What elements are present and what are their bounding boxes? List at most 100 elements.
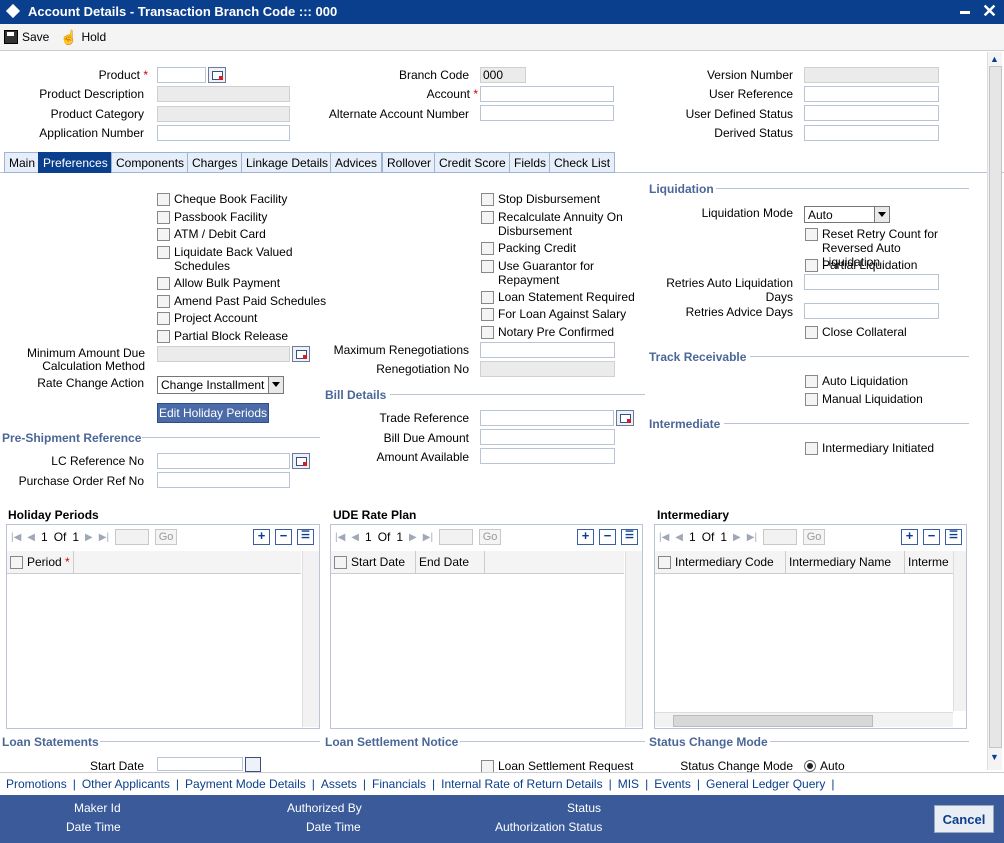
retries-days-input[interactable]: [804, 274, 939, 290]
start-date-input[interactable]: [157, 757, 243, 771]
tab-components[interactable]: Components: [111, 152, 190, 173]
loan-settlement-request-checkbox[interactable]: Loan Settlement Request: [481, 759, 633, 773]
prev-page-icon[interactable]: ◀: [351, 532, 359, 543]
prev-page-icon[interactable]: ◀: [675, 532, 683, 543]
notary-pre-confirmed-checkbox[interactable]: Notary Pre Confirmed: [481, 325, 614, 339]
last-page-icon[interactable]: ▶|: [423, 532, 433, 543]
link-mis[interactable]: MIS: [612, 777, 645, 791]
project-account-checkbox[interactable]: Project Account: [157, 311, 257, 325]
first-page-icon[interactable]: |◀: [11, 532, 21, 543]
holiday-vertical-scrollbar[interactable]: [302, 551, 319, 727]
select-all-checkbox[interactable]: [334, 556, 347, 569]
amend-past-paid-checkbox[interactable]: Amend Past Paid Schedules: [157, 294, 326, 308]
bill-due-amount-input[interactable]: [480, 429, 615, 445]
go-button[interactable]: Go: [155, 529, 178, 545]
max-renegotiations-input[interactable]: [480, 342, 615, 358]
delete-row-button[interactable]: −: [599, 529, 616, 545]
link-financials[interactable]: Financials: [366, 777, 432, 791]
passbook-checkbox[interactable]: Passbook Facility: [157, 210, 267, 224]
manual-liquidation-checkbox[interactable]: Manual Liquidation: [805, 392, 923, 406]
add-row-button[interactable]: +: [253, 529, 270, 545]
account-input[interactable]: [480, 86, 614, 102]
tab-linkage-details[interactable]: Linkage Details: [241, 152, 334, 173]
page-number-input[interactable]: [439, 529, 474, 545]
view-rows-button[interactable]: ☰: [945, 529, 962, 545]
page-number-input[interactable]: [763, 529, 798, 545]
lc-reference-lov-icon[interactable]: [292, 453, 310, 469]
link-other-applicants[interactable]: Other Applicants: [76, 777, 176, 791]
liquidate-back-valued-checkbox[interactable]: Liquidate Back Valued Schedules: [157, 245, 307, 273]
use-guarantor-checkbox[interactable]: Use Guarantor for Repayment: [481, 259, 611, 287]
view-rows-button[interactable]: ☰: [621, 529, 638, 545]
auto-liquidation-checkbox[interactable]: Auto Liquidation: [805, 374, 908, 388]
close-collateral-checkbox[interactable]: Close Collateral: [805, 325, 907, 339]
tab-advices[interactable]: Advices: [330, 152, 383, 173]
intermediary-horizontal-scrollbar[interactable]: [655, 712, 953, 727]
recalculate-annuity-checkbox[interactable]: Recalculate Annuity On Disbursement: [481, 210, 631, 238]
product-lov-icon[interactable]: [208, 67, 226, 83]
trade-reference-input[interactable]: [480, 410, 614, 426]
edit-holiday-periods-button[interactable]: Edit Holiday Periods: [157, 403, 269, 423]
ude-vertical-scrollbar[interactable]: [625, 551, 642, 727]
trade-reference-lov-icon[interactable]: [616, 410, 634, 426]
page-number-input[interactable]: [115, 529, 150, 545]
link-assets[interactable]: Assets: [315, 777, 363, 791]
add-row-button[interactable]: +: [901, 529, 918, 545]
loan-statement-required-checkbox[interactable]: Loan Statement Required: [481, 290, 635, 304]
next-page-icon[interactable]: ▶: [85, 532, 93, 543]
next-page-icon[interactable]: ▶: [733, 532, 741, 543]
link-payment-mode-details[interactable]: Payment Mode Details: [179, 777, 312, 791]
select-all-checkbox[interactable]: [658, 556, 671, 569]
add-row-button[interactable]: +: [577, 529, 594, 545]
close-icon[interactable]: ✕: [982, 1, 997, 22]
prev-page-icon[interactable]: ◀: [27, 532, 35, 543]
page-vertical-scrollbar[interactable]: ▲ ▼: [987, 52, 1002, 770]
allow-bulk-payment-checkbox[interactable]: Allow Bulk Payment: [157, 276, 280, 290]
derived-status-input[interactable]: [804, 125, 939, 141]
link-events[interactable]: Events: [648, 777, 697, 791]
link-general-ledger-query[interactable]: General Ledger Query: [700, 777, 831, 791]
view-rows-button[interactable]: ☰: [297, 529, 314, 545]
tab-rollover[interactable]: Rollover: [382, 152, 437, 173]
first-page-icon[interactable]: |◀: [335, 532, 345, 543]
save-button[interactable]: Save: [4, 29, 49, 45]
user-defined-status-input[interactable]: [804, 105, 939, 121]
last-page-icon[interactable]: ▶|: [747, 532, 757, 543]
status-change-auto-radio[interactable]: Auto: [804, 759, 845, 773]
select-all-checkbox[interactable]: [10, 556, 23, 569]
product-input[interactable]: [157, 67, 206, 83]
lc-reference-input[interactable]: [157, 453, 290, 469]
loan-against-salary-checkbox[interactable]: For Loan Against Salary: [481, 307, 626, 321]
intermediary-vertical-scrollbar[interactable]: [953, 551, 966, 711]
link-irr-details[interactable]: Internal Rate of Return Details: [435, 777, 608, 791]
tab-preferences[interactable]: Preferences: [38, 152, 113, 173]
calendar-icon[interactable]: [245, 757, 261, 772]
partial-block-release-checkbox[interactable]: Partial Block Release: [157, 329, 288, 343]
application-number-input[interactable]: [157, 125, 290, 141]
tab-charges[interactable]: Charges: [187, 152, 243, 173]
retries-advice-input[interactable]: [804, 303, 939, 319]
cheque-book-checkbox[interactable]: Cheque Book Facility: [157, 192, 287, 206]
rate-change-action-select[interactable]: Change Installment: [157, 376, 284, 394]
liquidation-mode-select[interactable]: Auto: [804, 206, 890, 223]
tab-credit-score[interactable]: Credit Score: [434, 152, 511, 173]
first-page-icon[interactable]: |◀: [659, 532, 669, 543]
go-button[interactable]: Go: [803, 529, 826, 545]
min-amount-due-lov-icon[interactable]: [292, 346, 310, 362]
minimize-icon[interactable]: [960, 11, 970, 14]
intermediary-initiated-checkbox[interactable]: Intermediary Initiated: [805, 441, 934, 455]
atm-debit-card-checkbox[interactable]: ATM / Debit Card: [157, 227, 266, 241]
tab-fields[interactable]: Fields: [509, 152, 552, 173]
tab-main[interactable]: Main: [4, 152, 41, 173]
po-ref-input[interactable]: [157, 472, 290, 488]
next-page-icon[interactable]: ▶: [409, 532, 417, 543]
cancel-button[interactable]: Cancel: [934, 805, 994, 833]
packing-credit-checkbox[interactable]: Packing Credit: [481, 241, 576, 255]
tab-check-list[interactable]: Check List: [549, 152, 616, 173]
user-reference-input[interactable]: [804, 86, 939, 102]
stop-disbursement-checkbox[interactable]: Stop Disbursement: [481, 192, 600, 206]
delete-row-button[interactable]: −: [275, 529, 292, 545]
link-promotions[interactable]: Promotions: [0, 777, 73, 791]
delete-row-button[interactable]: −: [923, 529, 940, 545]
amount-available-input[interactable]: [480, 448, 615, 464]
